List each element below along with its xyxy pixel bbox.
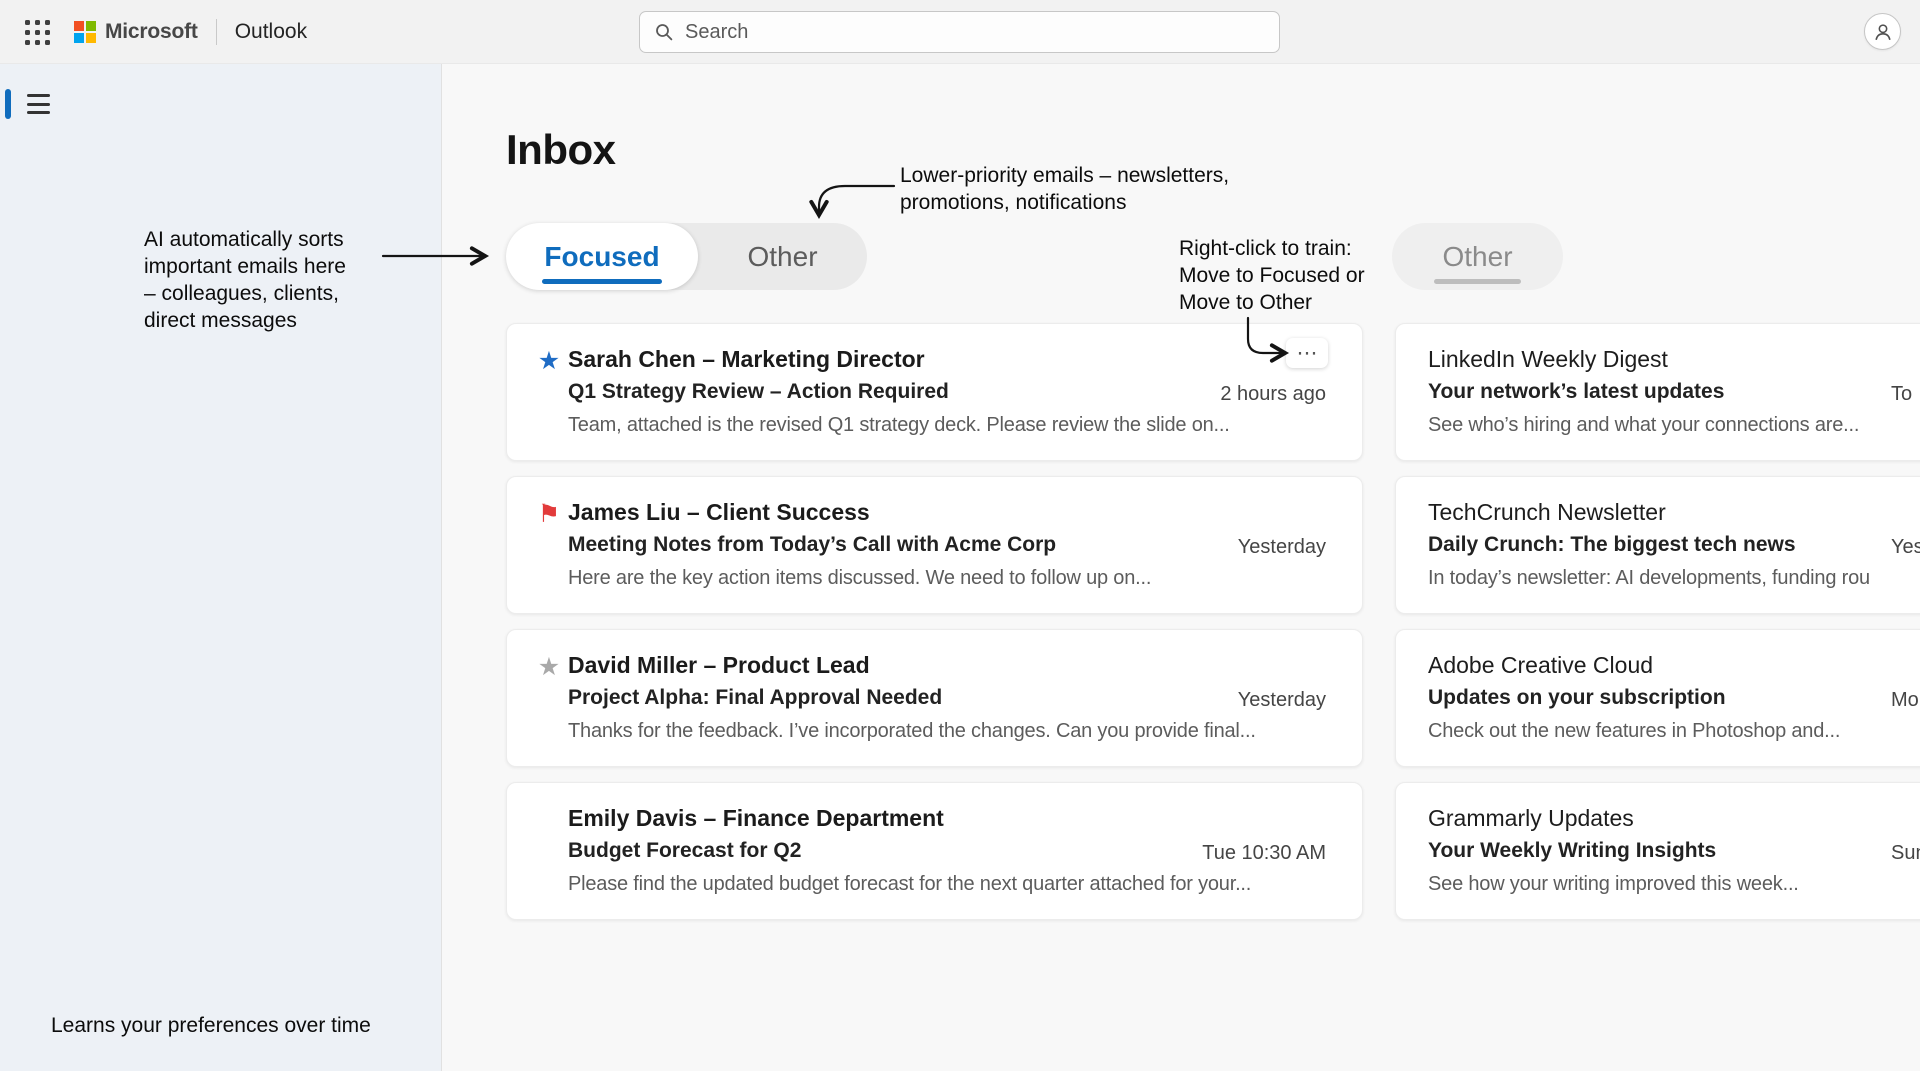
topbar: Microsoft Outlook — [0, 0, 1920, 64]
email-list-item[interactable]: ★ Sarah Chen – Marketing Director Q1 Str… — [506, 323, 1363, 461]
email-sender: Adobe Creative Cloud — [1428, 649, 1920, 681]
email-timestamp: Mor — [1891, 683, 1920, 717]
email-sender: Sarah Chen – Marketing Director — [568, 343, 1338, 375]
outlook-app-name: Outlook — [235, 20, 307, 44]
email-subject: Project Alpha: Final Approval Needed — [568, 681, 1338, 715]
search-input[interactable] — [685, 21, 1265, 44]
email-subject: Your network’s latest updates — [1428, 375, 1920, 409]
email-preview: See who’s hiring and what your connectio… — [1428, 409, 1920, 441]
tab-other-right[interactable]: Other — [1392, 223, 1563, 290]
hamburger-icon — [27, 94, 50, 97]
email-preview: In today’s newsletter: AI developments, … — [1428, 562, 1920, 594]
ms-logo-square-green — [86, 21, 96, 31]
email-preview: Thanks for the feedback. I’ve incorporat… — [568, 715, 1338, 747]
topbar-divider — [216, 19, 217, 45]
email-preview: Here are the key action items discussed.… — [568, 562, 1338, 594]
tab-focused-label: Focused — [544, 241, 659, 273]
email-list-item[interactable]: ★ David Miller – Product Lead Project Al… — [506, 629, 1363, 767]
email-timestamp: Yesterday — [1238, 683, 1326, 717]
email-sender: LinkedIn Weekly Digest — [1428, 343, 1920, 375]
focused-email-list: ★ Sarah Chen – Marketing Director Q1 Str… — [506, 323, 1363, 920]
other-email-list: LinkedIn Weekly Digest Your network’s la… — [1395, 323, 1920, 920]
email-preview: Check out the new features in Photoshop … — [1428, 715, 1920, 747]
email-timestamp: Yest — [1891, 530, 1920, 564]
annotation-train-note: Right-click to train: Move to Focused or… — [1179, 235, 1365, 316]
email-sender: David Miller – Product Lead — [568, 649, 1338, 681]
tab-other-right-label: Other — [1442, 241, 1512, 273]
topbar-left: Microsoft Outlook — [0, 0, 307, 64]
email-list-item[interactable]: Adobe Creative Cloud Updates on your sub… — [1395, 629, 1920, 767]
annotation-learning-note: Learns your preferences over time — [51, 1012, 371, 1039]
annotation-line: Lower-priority emails – newsletters, — [900, 162, 1229, 189]
focused-tab-underline — [542, 279, 662, 284]
hamburger-button[interactable] — [24, 92, 54, 116]
other-tab-underline — [1434, 279, 1521, 284]
email-timestamp: 2 hours ago — [1220, 377, 1326, 411]
annotation-other-note: Lower-priority emails – newsletters, pro… — [900, 162, 1229, 216]
email-subject: Daily Crunch: The biggest tech news — [1428, 528, 1920, 562]
annotation-line: AI automatically sorts — [144, 226, 346, 253]
annotation-line: Move to Other — [1179, 289, 1365, 316]
email-timestamp: To — [1891, 377, 1912, 411]
email-list-item[interactable]: Emily Davis – Finance Department Budget … — [506, 782, 1363, 920]
app-launcher-button[interactable] — [20, 15, 54, 49]
ms-logo-square-yellow — [86, 33, 96, 43]
email-list-item[interactable]: TechCrunch Newsletter Daily Crunch: The … — [1395, 476, 1920, 614]
email-sender: Grammarly Updates — [1428, 802, 1920, 834]
email-timestamp: Yesterday — [1238, 530, 1326, 564]
ms-logo-square-red — [74, 21, 84, 31]
app-launcher-icon — [25, 20, 50, 45]
email-subject: Updates on your subscription — [1428, 681, 1920, 715]
annotation-line: – colleagues, clients, — [144, 280, 346, 307]
email-sender: TechCrunch Newsletter — [1428, 496, 1920, 528]
email-sender: James Liu – Client Success — [568, 496, 1338, 528]
email-list-item[interactable]: LinkedIn Weekly Digest Your network’s la… — [1395, 323, 1920, 461]
star-icon[interactable]: ★ — [535, 345, 563, 377]
microsoft-wordmark: Microsoft — [105, 20, 198, 44]
search-box[interactable] — [639, 11, 1280, 53]
ms-logo-square-blue — [74, 33, 84, 43]
email-subject: Meeting Notes from Today’s Call with Acm… — [568, 528, 1338, 562]
annotation-line: Move to Focused or — [1179, 262, 1365, 289]
annotation-line: important emails here — [144, 253, 346, 280]
inbox-tabs: Focused Other — [506, 223, 867, 290]
tab-focused[interactable]: Focused — [506, 223, 698, 290]
annotation-line: Right-click to train: — [1179, 235, 1365, 262]
email-list-item[interactable]: Grammarly Updates Your Weekly Writing In… — [1395, 782, 1920, 920]
microsoft-logo[interactable] — [74, 21, 96, 43]
annotation-line: direct messages — [144, 307, 346, 334]
email-preview: See how your writing improved this week.… — [1428, 868, 1920, 900]
star-icon[interactable]: ★ — [535, 651, 563, 683]
email-timestamp: Tue 10:30 AM — [1202, 836, 1326, 870]
email-preview: Team, attached is the revised Q1 strateg… — [568, 409, 1338, 441]
tab-other[interactable]: Other — [698, 223, 867, 290]
search-icon — [654, 22, 674, 42]
page-title: Inbox — [506, 126, 616, 174]
email-sender: Emily Davis – Finance Department — [568, 802, 1338, 834]
email-timestamp: Sun — [1891, 836, 1920, 870]
email-list-item[interactable]: ⚑ James Liu – Client Success Meeting Not… — [506, 476, 1363, 614]
arrow-to-other-tab — [819, 186, 894, 214]
annotation-line: promotions, notifications — [900, 189, 1229, 216]
annotation-focused-note: AI automatically sorts important emails … — [144, 226, 346, 334]
account-button[interactable] — [1864, 13, 1901, 50]
account-icon — [1872, 21, 1894, 43]
sidebar-accent-bar — [5, 89, 11, 119]
email-preview: Please find the updated budget forecast … — [568, 868, 1338, 900]
email-subject: Your Weekly Writing Insights — [1428, 834, 1920, 868]
more-options-button[interactable]: ⋯ — [1286, 338, 1328, 368]
outlook-app: Microsoft Outlook Inbox Focused Other Ot… — [0, 0, 1920, 1071]
sidebar-main-divider — [441, 64, 442, 1071]
flag-icon[interactable]: ⚑ — [535, 498, 563, 530]
sidebar — [0, 64, 441, 1071]
